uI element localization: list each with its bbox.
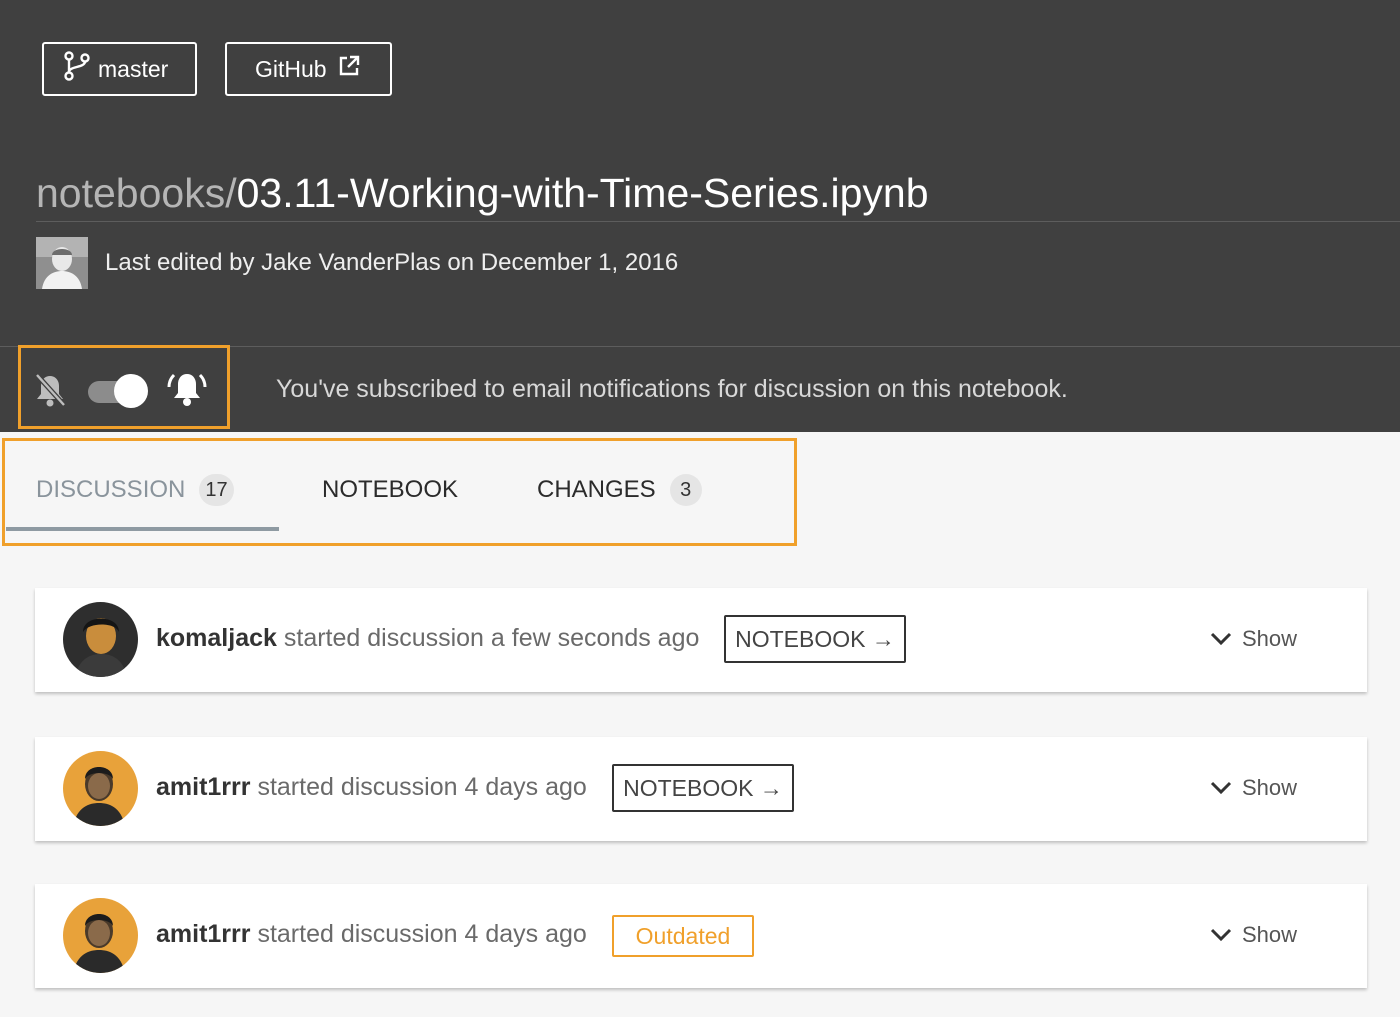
tab-label: CHANGES — [537, 476, 656, 503]
discussion-meta: started discussion 4 days ago — [250, 920, 587, 948]
username[interactable]: amit1rrr — [156, 920, 251, 948]
tab-discussion[interactable]: DISCUSSION 17 — [36, 474, 234, 506]
notebook-link-button[interactable]: NOTEBOOK → — [724, 615, 906, 663]
branch-button[interactable]: master — [42, 42, 197, 96]
show-toggle[interactable]: Show — [1210, 775, 1297, 801]
git-branch-icon — [64, 51, 90, 87]
chevron-down-icon — [1210, 922, 1232, 948]
notification-toggle[interactable] — [88, 374, 148, 408]
discussion-summary: amit1rrr started discussion 4 days ago — [156, 773, 587, 802]
username[interactable]: komaljack — [156, 624, 277, 652]
tab-label: NOTEBOOK — [322, 476, 459, 503]
outdated-badge: Outdated — [612, 915, 754, 957]
discussion-card[interactable]: amit1rrr started discussion 4 days ago O… — [35, 884, 1367, 988]
username[interactable]: amit1rrr — [156, 773, 251, 801]
avatar — [36, 237, 88, 289]
last-edited-text: Last edited by Jake VanderPlas on Decemb… — [105, 249, 679, 276]
path-directory[interactable]: notebooks/ — [36, 170, 237, 216]
chevron-down-icon — [1210, 626, 1232, 652]
notification-message: You've subscribed to email notifications… — [276, 375, 1068, 403]
github-label: GitHub — [255, 55, 327, 82]
changes-count-badge: 3 — [669, 474, 702, 506]
toggle-knob[interactable] — [114, 374, 148, 408]
branch-label: master — [98, 55, 169, 82]
avatar — [63, 751, 138, 826]
show-toggle[interactable]: Show — [1210, 922, 1297, 948]
discussion-count-badge: 17 — [199, 474, 234, 506]
divider — [36, 221, 1400, 222]
bell-off-icon — [34, 372, 66, 413]
avatar — [63, 898, 138, 973]
show-label: Show — [1242, 626, 1298, 651]
discussion-summary: amit1rrr started discussion 4 days ago — [156, 920, 587, 949]
notebook-link-button[interactable]: NOTEBOOK → — [612, 764, 794, 812]
discussion-card[interactable]: amit1rrr started discussion 4 days ago N… — [35, 737, 1367, 841]
show-label: Show — [1242, 922, 1298, 947]
external-link-icon — [337, 54, 361, 84]
active-tab-indicator — [6, 527, 279, 531]
discussion-card[interactable]: komaljack started discussion a few secon… — [35, 588, 1367, 692]
tab-label: DISCUSSION — [36, 476, 186, 503]
show-label: Show — [1242, 775, 1298, 800]
notebook-path: notebooks/03.11-Working-with-Time-Series… — [36, 170, 929, 217]
discussion-summary: komaljack started discussion a few secon… — [156, 624, 699, 653]
tab-changes[interactable]: CHANGES 3 — [537, 474, 702, 506]
discussion-meta: started discussion a few seconds ago — [276, 624, 700, 652]
discussion-meta: started discussion 4 days ago — [250, 773, 587, 801]
tab-notebook[interactable]: NOTEBOOK — [322, 476, 458, 504]
chevron-down-icon — [1210, 775, 1232, 801]
path-filename: 03.11-Working-with-Time-Series.ipynb — [236, 170, 929, 216]
show-toggle[interactable]: Show — [1210, 626, 1297, 652]
github-button[interactable]: GitHub — [225, 42, 392, 96]
avatar — [63, 602, 138, 677]
notebook-header: master GitHub notebooks/03.11-Working-wi… — [0, 0, 1400, 432]
bell-ring-icon — [167, 369, 207, 414]
